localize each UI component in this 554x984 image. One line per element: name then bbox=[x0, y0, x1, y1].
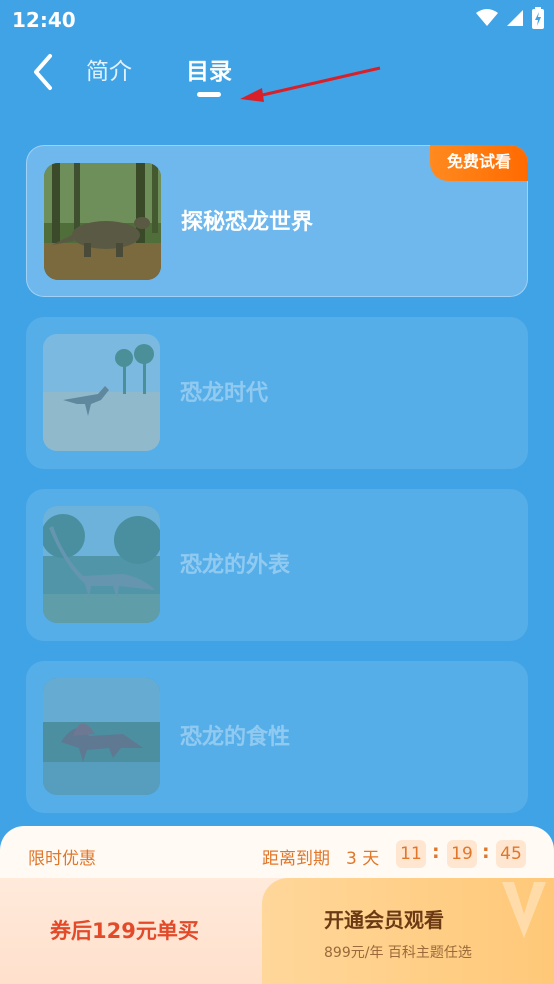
catalog-item-4[interactable]: 恐龙的食性 bbox=[26, 661, 528, 813]
tab-catalog[interactable]: 目录 bbox=[186, 52, 232, 86]
tab-intro[interactable]: 简介 bbox=[86, 52, 132, 86]
catalog-item-title: 恐龙的外表 bbox=[180, 553, 291, 578]
vip-subtitle: 899元/年 百科主题任选 bbox=[324, 945, 472, 961]
chevron-left-icon bbox=[34, 54, 52, 90]
purchase-panel: 限时优惠 距离到期 3 天 11 : 19 : 45 券后129元单买 开通会员… bbox=[0, 826, 554, 984]
catalog-item-title: 探秘恐龙世界 bbox=[181, 210, 314, 235]
status-icons bbox=[476, 6, 544, 30]
vip-logo-icon bbox=[502, 882, 546, 938]
thumbnail-spinosaurus bbox=[43, 678, 160, 795]
single-purchase-button[interactable]: 券后129元单买 bbox=[0, 878, 300, 984]
catalog-item-title: 恐龙的食性 bbox=[180, 725, 291, 750]
promo-row: 限时优惠 距离到期 3 天 11 : 19 : 45 bbox=[0, 826, 554, 878]
status-time: 12:40 bbox=[12, 8, 76, 32]
free-trial-badge: 免费试看 bbox=[430, 145, 528, 181]
cellular-signal-icon bbox=[507, 10, 523, 26]
battery-charging-icon bbox=[532, 7, 544, 29]
thumbnail-ankylosaurus bbox=[44, 163, 161, 280]
countdown-separator: : bbox=[432, 841, 440, 863]
wifi-icon bbox=[476, 9, 498, 26]
countdown-minutes: 19 bbox=[447, 840, 477, 868]
catalog-item-2[interactable]: 恐龙时代 bbox=[26, 317, 528, 469]
catalog-item-1[interactable]: 探秘恐龙世界 免费试看 bbox=[26, 145, 528, 297]
catalog-item-3[interactable]: 恐龙的外表 bbox=[26, 489, 528, 641]
promo-label: 限时优惠 bbox=[28, 849, 96, 869]
thumbnail-sauropod bbox=[43, 506, 160, 623]
header: 简介 目录 bbox=[0, 38, 554, 118]
countdown-separator: : bbox=[482, 841, 490, 863]
status-bar: 12:40 bbox=[0, 0, 554, 38]
back-button[interactable] bbox=[26, 52, 62, 92]
thumbnail-theropod bbox=[43, 334, 160, 451]
countdown-hours: 11 bbox=[396, 840, 426, 868]
countdown-days: 3 天 bbox=[346, 849, 380, 869]
single-purchase-label: 券后129元单买 bbox=[50, 919, 199, 943]
countdown-label: 距离到期 bbox=[262, 849, 330, 869]
vip-title: 开通会员观看 bbox=[324, 908, 444, 932]
vip-subscribe-button[interactable]: 开通会员观看 899元/年 百科主题任选 bbox=[262, 878, 554, 984]
annotation-arrow-icon bbox=[240, 66, 381, 102]
catalog-item-title: 恐龙时代 bbox=[180, 381, 269, 406]
countdown-seconds: 45 bbox=[496, 840, 526, 868]
active-tab-indicator bbox=[197, 92, 221, 97]
